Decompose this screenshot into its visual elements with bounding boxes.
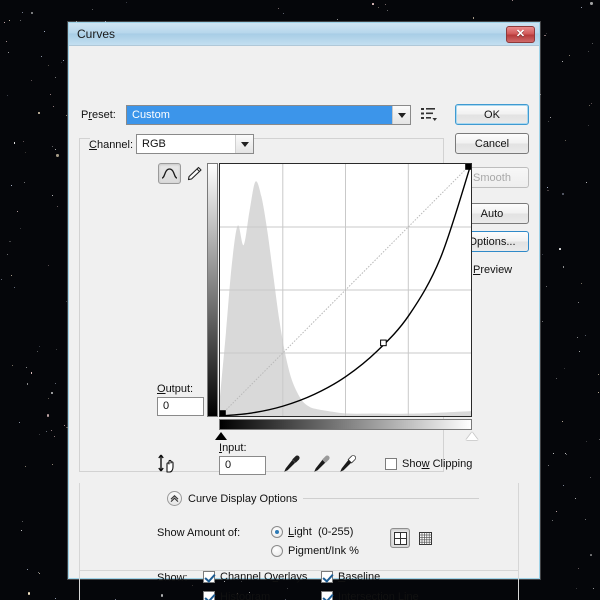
preset-value: Custom xyxy=(127,106,392,124)
output-gradient-bar xyxy=(207,163,218,417)
histogram-row[interactable]: Histogram xyxy=(203,591,270,600)
grid-quarter-icon xyxy=(393,531,407,545)
channel-overlays-checkbox[interactable] xyxy=(203,571,215,583)
output-label: Output: xyxy=(157,383,194,395)
preview-label: Preview xyxy=(473,264,513,276)
dialog-body: Preset: Custom OK Cancel Smooth Auto Opt… xyxy=(69,46,539,600)
intersection-line-checkbox[interactable] xyxy=(321,591,333,600)
input-input[interactable]: 0 xyxy=(219,456,266,475)
show-clipping-row[interactable]: Show Clipping xyxy=(385,458,472,470)
show-amount-label: Show Amount of: xyxy=(157,527,241,539)
channel-overlays-label: Channel Overlays xyxy=(220,571,308,583)
radio-light-label: Light (0-255) xyxy=(288,526,354,538)
eyedropper-black-point-icon xyxy=(284,455,300,472)
radio-light-row[interactable]: Light (0-255) xyxy=(271,526,353,538)
curve-tool-button[interactable] xyxy=(158,163,181,184)
grid-tenth-icon xyxy=(418,531,432,545)
section-divider xyxy=(303,498,479,499)
show-clipping-label: Show Clipping xyxy=(402,458,473,470)
histogram-label: Histogram xyxy=(220,591,271,600)
close-button[interactable]: ✕ xyxy=(506,26,535,43)
white-point-slider[interactable] xyxy=(466,432,478,440)
radio-light[interactable] xyxy=(271,526,283,538)
channel-label: Channel: xyxy=(89,139,134,151)
channel-overlays-row[interactable]: Channel Overlays xyxy=(203,571,307,583)
eyedropper-gray-point-button[interactable] xyxy=(312,454,334,476)
radio-pigment[interactable] xyxy=(271,545,283,557)
preset-menu-icon[interactable] xyxy=(420,106,438,122)
curve-drag-cursor-glyph xyxy=(158,454,174,473)
histogram-checkbox[interactable] xyxy=(203,591,215,600)
dialog-title: Curves xyxy=(77,27,116,41)
curve-tool-icon xyxy=(161,168,178,179)
chevron-up-glyph xyxy=(170,495,179,502)
close-icon: ✕ xyxy=(515,28,526,40)
curve-canvas[interactable] xyxy=(219,163,472,417)
baseline-label: Baseline xyxy=(338,571,381,583)
grid-quarter-button[interactable] xyxy=(390,528,410,548)
preset-dropdown[interactable]: Custom xyxy=(126,105,411,125)
preset-label: Preset: xyxy=(81,109,116,121)
channel-value: RGB xyxy=(142,138,166,150)
eyedropper-black-point-button[interactable] xyxy=(282,454,304,476)
chevron-down-icon[interactable] xyxy=(235,135,253,153)
dialog-titlebar[interactable]: Curves ✕ xyxy=(69,23,539,46)
curve-display-options-title: Curve Display Options xyxy=(188,492,298,505)
eyedropper-white-point-button[interactable] xyxy=(338,454,360,476)
show-clipping-checkbox[interactable] xyxy=(385,458,397,470)
black-point-slider[interactable] xyxy=(215,432,227,440)
output-input[interactable]: 0 xyxy=(157,397,204,416)
chevron-up-icon[interactable] xyxy=(167,491,182,506)
input-label: Input: xyxy=(219,442,247,454)
channel-dropdown[interactable]: RGB xyxy=(136,134,254,154)
show-label: Show: xyxy=(157,572,188,584)
curve-drag-cursor-icon[interactable] xyxy=(157,453,181,480)
chevron-down-icon[interactable] xyxy=(392,106,410,124)
grid-tenth-button[interactable] xyxy=(415,528,435,548)
input-gradient-bar xyxy=(219,419,472,430)
cancel-button[interactable]: Cancel xyxy=(455,133,529,154)
ok-button[interactable]: OK xyxy=(455,104,529,125)
curves-dialog: Curves ✕ Preset: Custom OK Cancel Smooth… xyxy=(68,22,540,600)
eyedropper-white-point-icon xyxy=(340,455,356,472)
radio-pigment-row[interactable]: Pigment/Ink % xyxy=(271,545,359,557)
pencil-tool-button[interactable] xyxy=(183,163,206,184)
baseline-row[interactable]: Baseline xyxy=(321,571,380,583)
curve-display-options-header[interactable]: Curve Display Options xyxy=(167,491,479,506)
screen: Curves ✕ Preset: Custom OK Cancel Smooth… xyxy=(0,0,600,600)
intersection-line-label: Intersection Line xyxy=(338,591,419,600)
preset-menu-glyph xyxy=(421,108,437,121)
pencil-tool-icon xyxy=(187,166,202,181)
radio-pigment-label: Pigment/Ink % xyxy=(288,545,359,557)
curve-plot xyxy=(220,164,471,416)
eyedropper-gray-point-icon xyxy=(314,455,330,472)
baseline-checkbox[interactable] xyxy=(321,571,333,583)
intersection-line-row[interactable]: Intersection Line xyxy=(321,591,419,600)
